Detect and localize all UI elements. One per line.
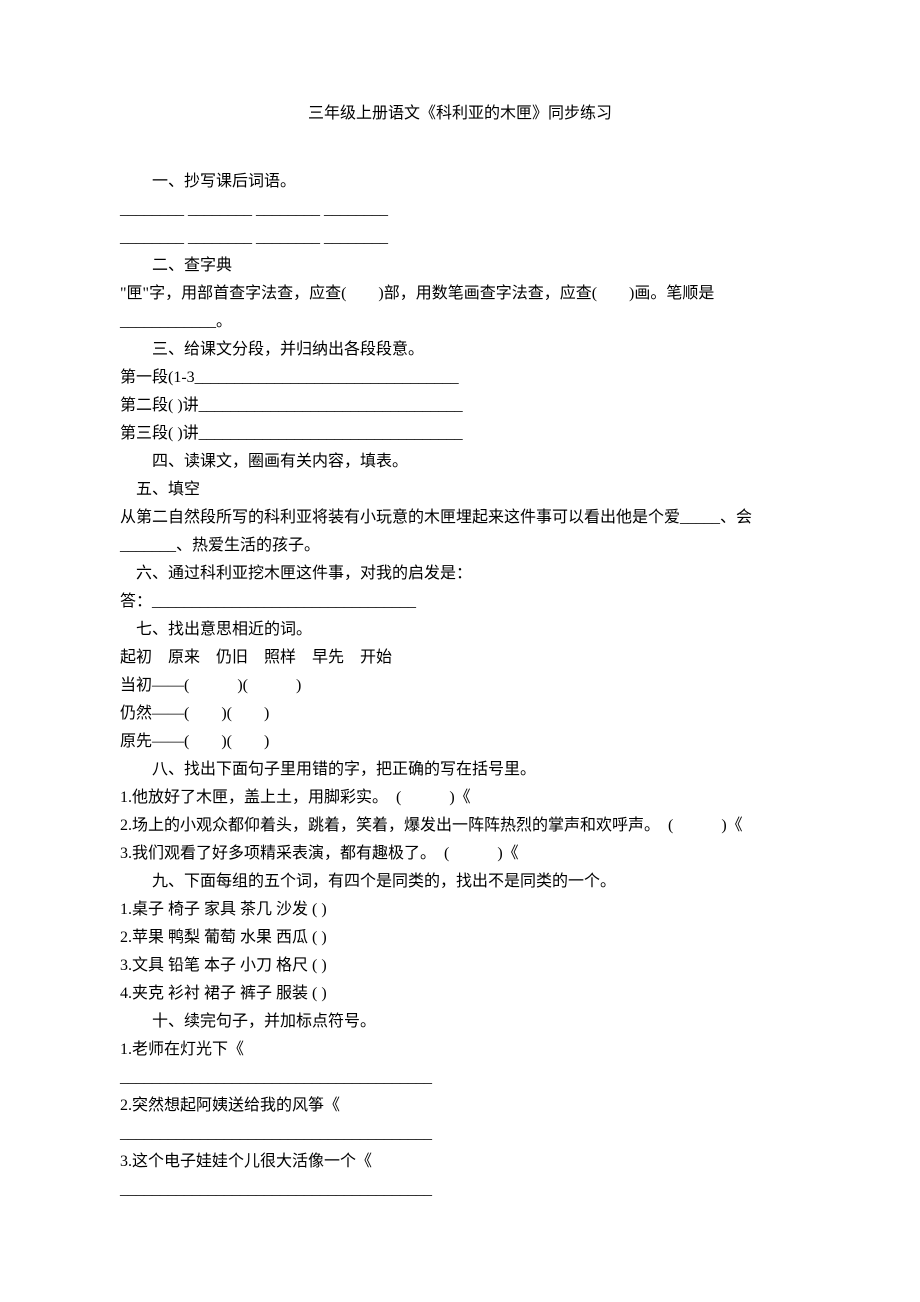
section-3-line-1: 第一段(1-3_________________________________ — [120, 364, 800, 392]
section-6-line-1: 答：_________________________________ — [120, 588, 800, 616]
section-10-line-2: 2.突然想起阿姨送给我的风筝《 — [120, 1092, 800, 1120]
section-2-heading: 二、查字典 — [120, 252, 800, 280]
section-3-line-3: 第三段( )讲_________________________________ — [120, 420, 800, 448]
section-7-line-2: 当初——( )( ) — [120, 672, 800, 700]
section-10-blank-2: _______________________________________ — [120, 1120, 800, 1148]
section-10-line-3: 3.这个电子娃娃个儿很大活像一个《 — [120, 1148, 800, 1176]
section-6-heading: 六、通过科利亚挖木匣这件事，对我的启发是： — [120, 560, 800, 588]
section-8-heading: 八、找出下面句子里用错的字，把正确的写在括号里。 — [120, 756, 800, 784]
section-2-line-1: "匣"字，用部首查字法查，应查( )部，用数笔画查字法查，应查( )画。笔顺是_… — [120, 280, 800, 336]
section-1-blank-row-1: ________ ________ ________ ________ — [120, 196, 800, 224]
section-4-heading: 四、读课文，圈画有关内容，填表。 — [120, 448, 800, 476]
section-5-line-1: 从第二自然段所写的科利亚将装有小玩意的木匣埋起来这件事可以看出他是个爱_____… — [120, 504, 800, 560]
section-9-line-3: 3.文具 铅笔 本子 小刀 格尺 ( ) — [120, 952, 800, 980]
document-title: 三年级上册语文《科利亚的木匣》同步练习 — [120, 100, 800, 128]
section-8-line-2: 2.场上的小观众都仰着头，跳着，笑着，爆发出一阵阵热烈的掌声和欢呼声。 ( )《 — [120, 812, 800, 840]
section-8-line-1: 1.他放好了木匣，盖上土，用脚彩实。 ( )《 — [120, 784, 800, 812]
section-9-heading: 九、下面每组的五个词，有四个是同类的，找出不是同类的一个。 — [120, 868, 800, 896]
section-10-blank-3: _______________________________________ — [120, 1176, 800, 1204]
section-10-heading: 十、续完句子，并加标点符号。 — [120, 1008, 800, 1036]
section-7-line-4: 原先——( )( ) — [120, 728, 800, 756]
section-9-line-4: 4.夹克 衫衬 裙子 裤子 服装 ( ) — [120, 980, 800, 1008]
section-3-line-2: 第二段( )讲_________________________________ — [120, 392, 800, 420]
section-7-line-3: 仍然——( )( ) — [120, 700, 800, 728]
section-7-line-1: 起初 原来 仍旧 照样 早先 开始 — [120, 644, 800, 672]
section-7-heading: 七、找出意思相近的词。 — [120, 616, 800, 644]
section-1-blank-row-2: ________ ________ ________ ________ — [120, 224, 800, 252]
section-5-heading: 五、填空 — [120, 476, 800, 504]
section-9-line-2: 2.苹果 鸭梨 葡萄 水果 西瓜 ( ) — [120, 924, 800, 952]
section-10-blank-1: _______________________________________ — [120, 1064, 800, 1092]
section-10-line-1: 1.老师在灯光下《 — [120, 1036, 800, 1064]
section-9-line-1: 1.桌子 椅子 家具 茶几 沙发 ( ) — [120, 896, 800, 924]
section-1-heading: 一、抄写课后词语。 — [120, 168, 800, 196]
section-8-line-3: 3.我们观看了好多项精采表演，都有趣极了。 ( )《 — [120, 840, 800, 868]
section-3-heading: 三、给课文分段，并归纳出各段段意。 — [120, 336, 800, 364]
